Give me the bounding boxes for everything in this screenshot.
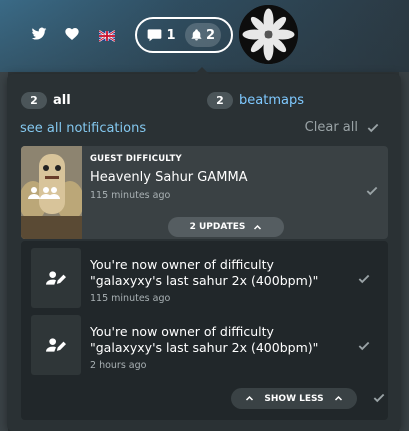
- notification-title[interactable]: Heavenly Sahur GAMMA: [90, 170, 248, 185]
- filter-beatmaps-count: 2: [207, 92, 233, 109]
- list-item-line1: You're now owner of difficulty: [90, 324, 274, 339]
- chevron-up-icon: [246, 395, 254, 401]
- filter-all[interactable]: 2 all: [21, 92, 71, 109]
- user-edit-icon-box: [31, 315, 81, 375]
- user-avatar[interactable]: [239, 5, 298, 64]
- clear-all-button[interactable]: Clear all: [305, 120, 380, 135]
- list-item[interactable]: You're now owner of difficulty "galaxyxy…: [31, 315, 371, 375]
- clear-all-label: Clear all: [304, 120, 358, 135]
- notification-time: 115 minutes ago: [90, 190, 171, 201]
- user-edit-icon: [46, 271, 66, 285]
- list-item-line2: "galaxyxy's last sahur 2x (400bpm)": [90, 273, 319, 288]
- bell-icon: [191, 29, 202, 41]
- user-edit-icon: [46, 338, 66, 352]
- mark-read-icon[interactable]: [365, 184, 379, 198]
- check-icon: [367, 123, 379, 132]
- chevron-up-icon: [334, 395, 342, 401]
- show-less-label: SHOW LESS: [264, 393, 324, 404]
- list-item-text: You're now owner of difficulty "galaxyxy…: [90, 324, 360, 356]
- filter-beatmaps-label: beatmaps: [239, 93, 304, 108]
- list-item-time: 115 minutes ago: [90, 293, 171, 304]
- notification-filters: 2 all 2 beatmaps: [21, 92, 387, 110]
- notification-group[interactable]: GUEST DIFFICULTY Heavenly Sahur GAMMA 11…: [21, 146, 388, 239]
- beatmap-thumbnail: [21, 146, 84, 239]
- notification-count: 2: [205, 27, 216, 43]
- notifications-dropdown: 2 all 2 beatmaps see all notifications C…: [7, 67, 401, 431]
- list-item-line1: You're now owner of difficulty: [90, 257, 274, 272]
- uk-flag-icon[interactable]: [99, 28, 120, 42]
- user-edit-icon-box: [31, 248, 81, 308]
- filter-beatmaps[interactable]: 2 beatmaps: [207, 92, 304, 109]
- notification-bell-button[interactable]: 2: [184, 23, 221, 47]
- updates-toggle-button[interactable]: 2 UPDATES: [168, 217, 284, 237]
- mark-all-read-icon[interactable]: [372, 391, 386, 405]
- notification-type: GUEST DIFFICULTY: [90, 154, 182, 164]
- chat-count: 1: [166, 27, 176, 43]
- notification-sublist: You're now owner of difficulty "galaxyxy…: [21, 241, 388, 420]
- guest-users-icon: [27, 185, 61, 201]
- list-item[interactable]: You're now owner of difficulty "galaxyxy…: [31, 248, 371, 308]
- see-all-notifications-link[interactable]: see all notifications: [20, 121, 146, 136]
- notification-counter-pill[interactable]: 1 2: [135, 17, 233, 53]
- chat-counter[interactable]: 1: [147, 27, 176, 43]
- chevron-up-icon: [254, 224, 262, 230]
- list-item-text: You're now owner of difficulty "galaxyxy…: [90, 257, 360, 289]
- mark-read-icon[interactable]: [357, 339, 371, 353]
- list-item-line2: "galaxyxy's last sahur 2x (400bpm)": [90, 340, 319, 355]
- updates-label: 2 UPDATES: [189, 222, 246, 232]
- list-item-time: 2 hours ago: [90, 360, 147, 371]
- heart-icon[interactable]: [64, 26, 80, 42]
- chat-icon: [148, 29, 162, 42]
- show-less-button[interactable]: SHOW LESS: [231, 388, 357, 409]
- mark-read-icon[interactable]: [357, 272, 371, 286]
- filter-all-count: 2: [21, 92, 47, 109]
- twitter-icon[interactable]: [31, 26, 47, 42]
- filter-all-label: all: [53, 93, 71, 108]
